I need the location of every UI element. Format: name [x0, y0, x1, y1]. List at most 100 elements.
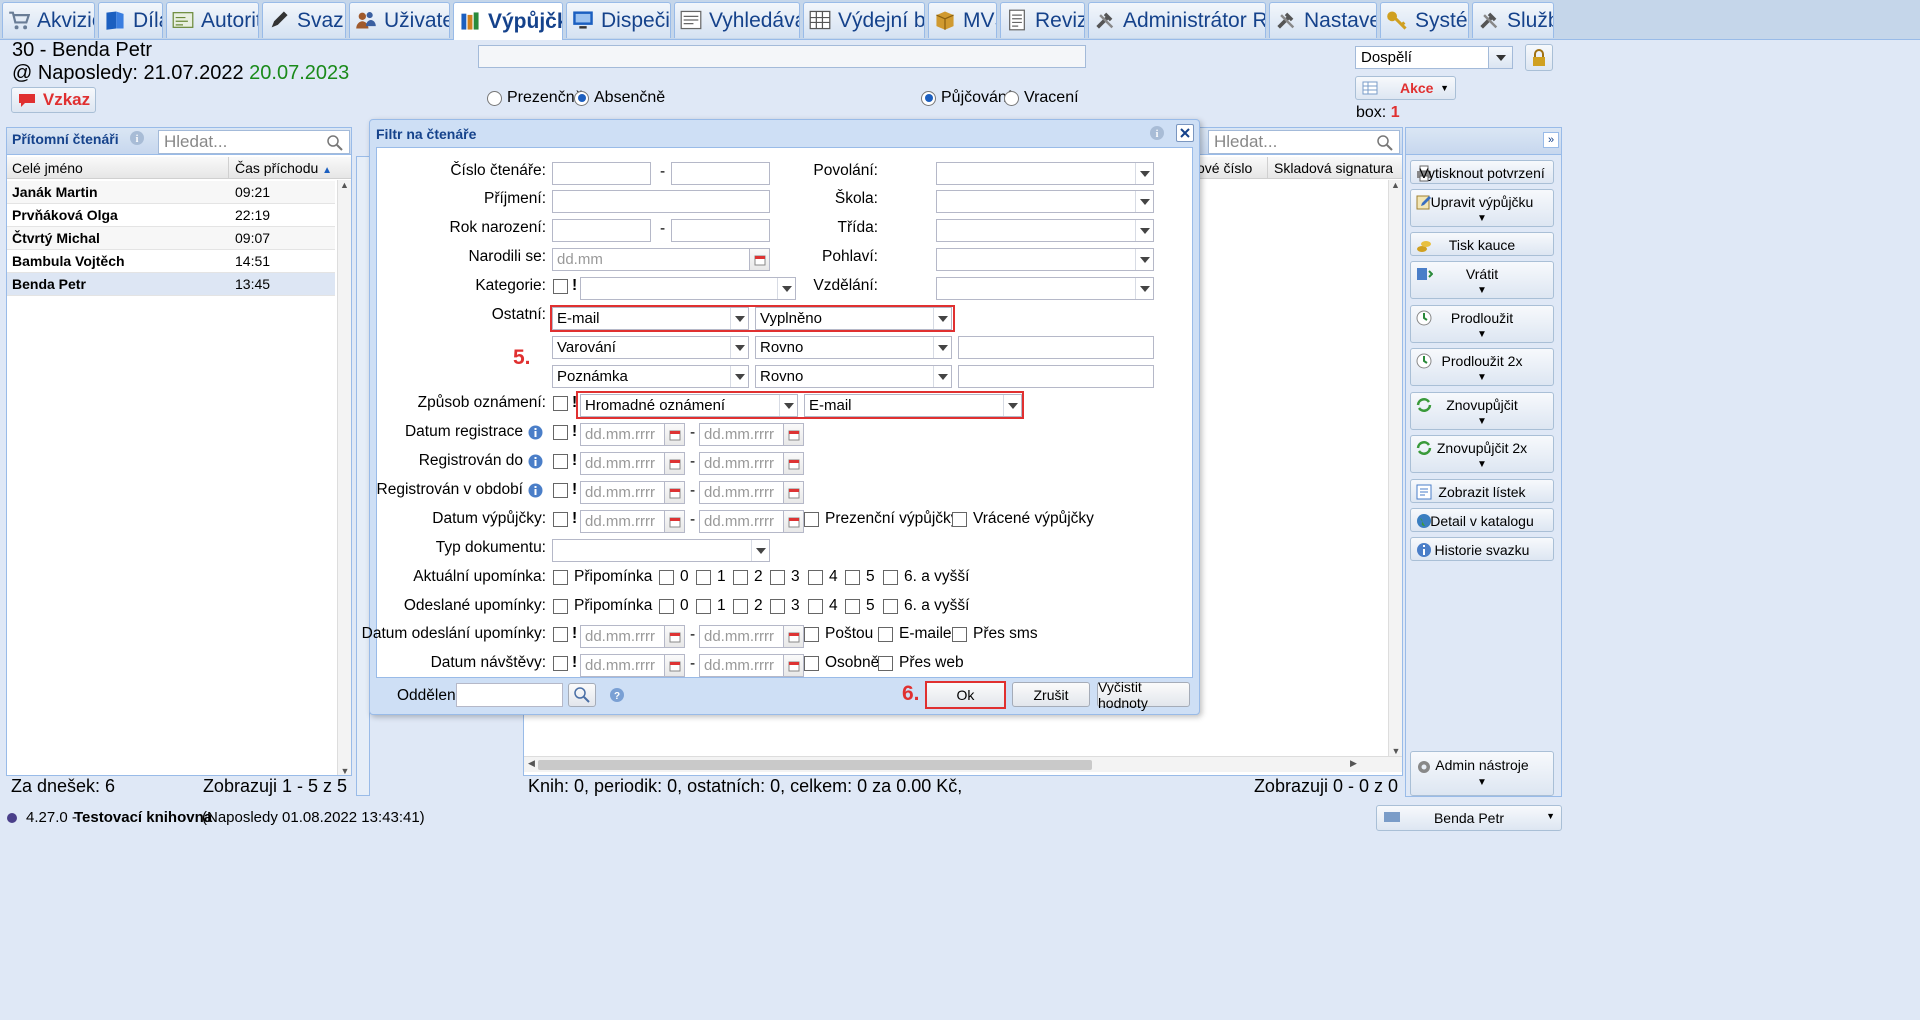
tab-15[interactable]: Služba: [1472, 2, 1554, 38]
side-button-8[interactable]: Znovupůjčit 2x ▼: [1410, 435, 1554, 473]
other-op-select-3[interactable]: Rovno: [755, 365, 952, 388]
tab-4[interactable]: Svazky: [262, 2, 346, 38]
info-icon[interactable]: [528, 425, 543, 440]
tab-10[interactable]: MVS: [928, 2, 997, 38]
other-op-select-2[interactable]: Rovno: [755, 336, 952, 359]
scroll-up-icon[interactable]: ▲: [338, 180, 351, 190]
category-select[interactable]: Dospělí: [1355, 46, 1513, 69]
message-button[interactable]: Vzkaz: [11, 87, 96, 113]
side-button-5[interactable]: Prodloužit ▼: [1410, 305, 1554, 343]
sent-reminder-check-5[interactable]: [770, 599, 785, 614]
tab-9[interactable]: Výdejní boxy: [803, 2, 925, 38]
lock-button[interactable]: [1525, 44, 1553, 71]
class-select[interactable]: [936, 219, 1154, 242]
birth-year-to[interactable]: [671, 219, 770, 242]
column-name[interactable]: Celé jméno: [12, 160, 83, 176]
oddeleni-lookup-button[interactable]: [568, 683, 596, 707]
sent-reminder-check-7[interactable]: [845, 599, 860, 614]
send-by-email-checkbox[interactable]: [878, 627, 893, 642]
radio-prezencne[interactable]: Prezenčně: [487, 89, 584, 107]
tab-12[interactable]: Administrátor REKSu: [1088, 2, 1266, 38]
registered-until-from[interactable]: dd.mm.rrrr: [580, 452, 685, 475]
sent-reminder-check-8[interactable]: [883, 599, 898, 614]
gender-select[interactable]: [936, 248, 1154, 271]
help-icon[interactable]: ?: [609, 687, 625, 703]
calendar-icon[interactable]: [783, 482, 803, 503]
prezencni-vypujcky-checkbox[interactable]: [804, 512, 819, 527]
calendar-icon[interactable]: [664, 424, 684, 445]
scroll-up-icon[interactable]: ▲: [1389, 180, 1402, 190]
scroll-right-icon[interactable]: ▶: [1350, 758, 1357, 769]
loan-date-to[interactable]: dd.mm.rrrr: [699, 510, 804, 533]
sent-reminder-check-2[interactable]: [659, 599, 674, 614]
table-row[interactable]: Bambula Vojtěch 14:51: [7, 250, 335, 273]
other-field-select-2[interactable]: Varování: [552, 336, 749, 359]
tab-14[interactable]: Systém: [1380, 2, 1469, 38]
current-reminder-check-4[interactable]: [733, 570, 748, 585]
action-button[interactable]: Akce ▼: [1355, 76, 1456, 100]
side-button-9[interactable]: Zobrazit lístek: [1410, 479, 1554, 503]
current-reminder-check-7[interactable]: [845, 570, 860, 585]
reader-number-to[interactable]: [671, 162, 770, 185]
calendar-icon[interactable]: [749, 249, 769, 270]
calendar-icon[interactable]: [783, 424, 803, 445]
tab-1[interactable]: Akvizice: [2, 2, 95, 38]
sent-reminder-check-4[interactable]: [733, 599, 748, 614]
registration-date-from[interactable]: dd.mm.rrrr: [580, 423, 685, 446]
calendar-icon[interactable]: [664, 511, 684, 532]
other-value-input-3[interactable]: [958, 365, 1154, 388]
loan-date-negate-checkbox[interactable]: [553, 512, 568, 527]
oddeleni-input[interactable]: [456, 683, 563, 707]
info-icon[interactable]: i: [129, 130, 145, 146]
category-negate-checkbox[interactable]: [553, 279, 568, 294]
registered-period-from[interactable]: dd.mm.rrrr: [580, 481, 685, 504]
notify-negate-checkbox[interactable]: [553, 396, 568, 411]
loans-vscrollbar[interactable]: ▲ ▼: [1388, 180, 1402, 756]
current-reminder-check-6[interactable]: [808, 570, 823, 585]
registered-period-negate-checkbox[interactable]: [553, 483, 568, 498]
info-icon[interactable]: i: [1149, 125, 1165, 141]
table-row[interactable]: Janák Martin 09:21: [7, 181, 335, 204]
other-field-select-3[interactable]: Poznámka: [552, 365, 749, 388]
sent-date-negate-checkbox[interactable]: [553, 627, 568, 642]
vracene-vypujcky-checkbox[interactable]: [952, 512, 967, 527]
side-button-7[interactable]: Znovupůjčit ▼: [1410, 392, 1554, 430]
visit-via-web-checkbox[interactable]: [878, 656, 893, 671]
scroll-thumb[interactable]: [538, 760, 1092, 770]
calendar-icon[interactable]: [783, 655, 803, 676]
tab-11[interactable]: Revize: [1000, 2, 1085, 38]
table-row[interactable]: Benda Petr 13:45: [7, 273, 335, 296]
sent-reminder-check-1[interactable]: [553, 599, 568, 614]
readers-scrollbar[interactable]: ▲ ▼: [337, 180, 351, 776]
registered-period-to[interactable]: dd.mm.rrrr: [699, 481, 804, 504]
info-icon[interactable]: [528, 483, 543, 498]
visit-date-from[interactable]: dd.mm.rrrr: [580, 654, 685, 677]
registration-date-negate-checkbox[interactable]: [553, 425, 568, 440]
calendar-icon[interactable]: [664, 626, 684, 647]
visit-date-negate-checkbox[interactable]: [553, 656, 568, 671]
side-button-4[interactable]: Vrátit ▼: [1410, 261, 1554, 299]
birth-year-from[interactable]: [552, 219, 651, 242]
sent-date-from[interactable]: dd.mm.rrrr: [580, 625, 685, 648]
current-reminder-check-2[interactable]: [659, 570, 674, 585]
education-select[interactable]: [936, 277, 1154, 300]
admin-tools-button[interactable]: Admin nástroje ▼: [1410, 751, 1554, 796]
cancel-button[interactable]: Zrušit: [1012, 682, 1090, 707]
calendar-icon[interactable]: [783, 453, 803, 474]
user-menu-button[interactable]: Benda Petr ▼: [1376, 805, 1562, 831]
tab-3[interactable]: Autority: [166, 2, 259, 38]
ok-button[interactable]: Ok: [925, 681, 1006, 709]
loans-search[interactable]: Hledat...: [1208, 130, 1400, 154]
registered-until-to[interactable]: dd.mm.rrrr: [699, 452, 804, 475]
side-button-10[interactable]: Detail v katalogu: [1410, 508, 1554, 532]
current-reminder-check-8[interactable]: [883, 570, 898, 585]
current-reminder-check-1[interactable]: [553, 570, 568, 585]
other-value-input-2[interactable]: [958, 336, 1154, 359]
calendar-icon[interactable]: [783, 511, 803, 532]
current-reminder-check-3[interactable]: [696, 570, 711, 585]
scroll-left-icon[interactable]: ◀: [528, 758, 535, 769]
send-by-post-checkbox[interactable]: [804, 627, 819, 642]
radio-pujcovani[interactable]: Půjčování: [921, 89, 1011, 107]
column-time[interactable]: Čas příchodu ▲: [235, 160, 332, 176]
reader-number-from[interactable]: [552, 162, 651, 185]
